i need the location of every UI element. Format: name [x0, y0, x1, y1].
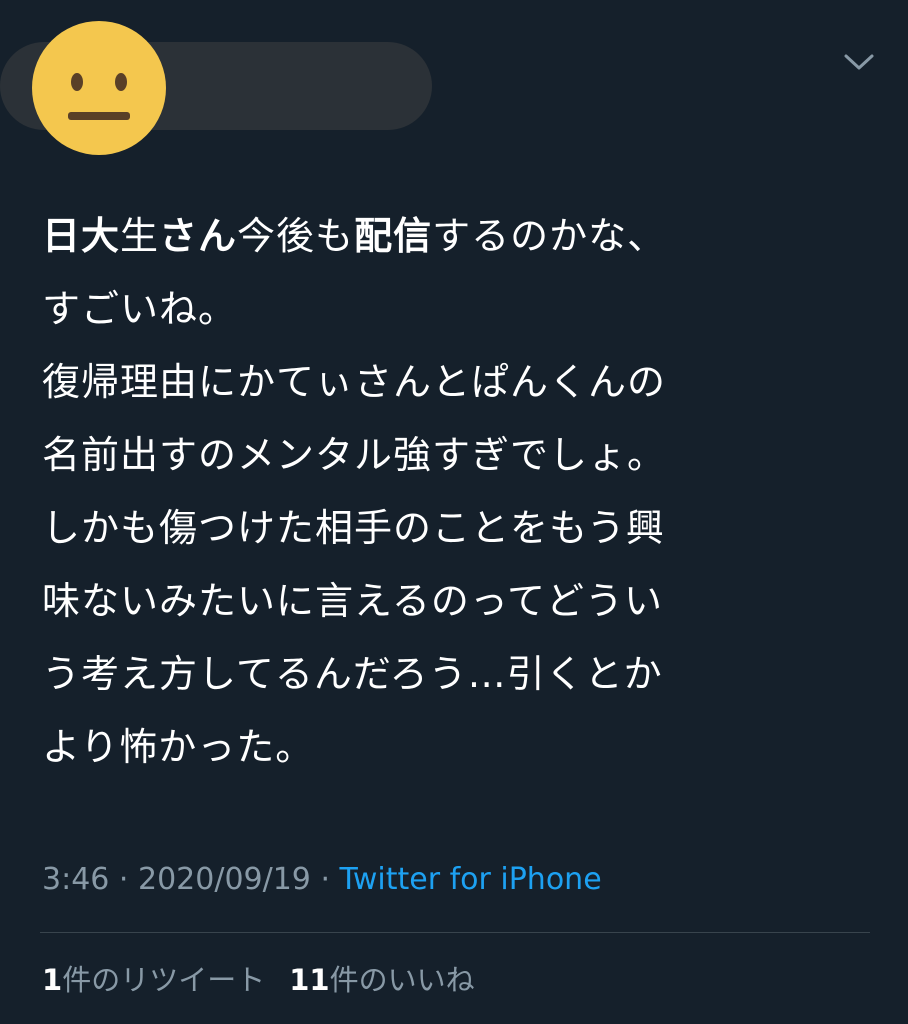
tweet-text-segment: さん [159, 214, 238, 258]
retweets-stat[interactable]: 1件のリツイート [42, 963, 265, 997]
like-count: 11 [289, 963, 330, 997]
chevron-down-icon[interactable] [842, 50, 876, 74]
tweet-text-segment: 配信 [354, 214, 433, 258]
mouth-line [68, 112, 130, 120]
tweet-date: 2020/09/19 [137, 862, 311, 897]
tweet-stats: 1件のリツイート 11件のいいね [42, 958, 475, 1002]
divider [40, 932, 870, 933]
right-eye [115, 73, 127, 91]
tweet-text-segment: するのかな、 すごいね。 復帰理由にかてぃさんとぱんくんの 名前出すのメンタル強… [42, 214, 667, 769]
likes-stat[interactable]: 11件のいいね [289, 963, 474, 997]
like-label: 件のいいね [329, 963, 475, 997]
retweet-label: 件のリツイート [62, 963, 266, 997]
meta-separator: · [310, 862, 340, 897]
tweet-text: 日大生さん今後も配信するのかな、 すごいね。 復帰理由にかてぃさんとぱんくんの … [42, 200, 872, 784]
tweet-text-segment: 日大 [42, 214, 121, 258]
tweet-text-segment: 今後も [237, 214, 355, 258]
tweet-header [0, 0, 908, 170]
retweet-count: 1 [42, 963, 63, 997]
tweet-source-link[interactable]: Twitter for iPhone [340, 862, 602, 897]
left-eye [71, 73, 83, 91]
tweet-meta: 3:46 · 2020/09/19 · Twitter for iPhone [42, 858, 602, 902]
avatar[interactable] [32, 21, 166, 155]
tweet-text-segment: 生 [120, 214, 160, 258]
meta-separator: · [109, 862, 138, 897]
tweet-time: 3:46 [42, 862, 110, 897]
neutral-face-icon [32, 21, 166, 155]
